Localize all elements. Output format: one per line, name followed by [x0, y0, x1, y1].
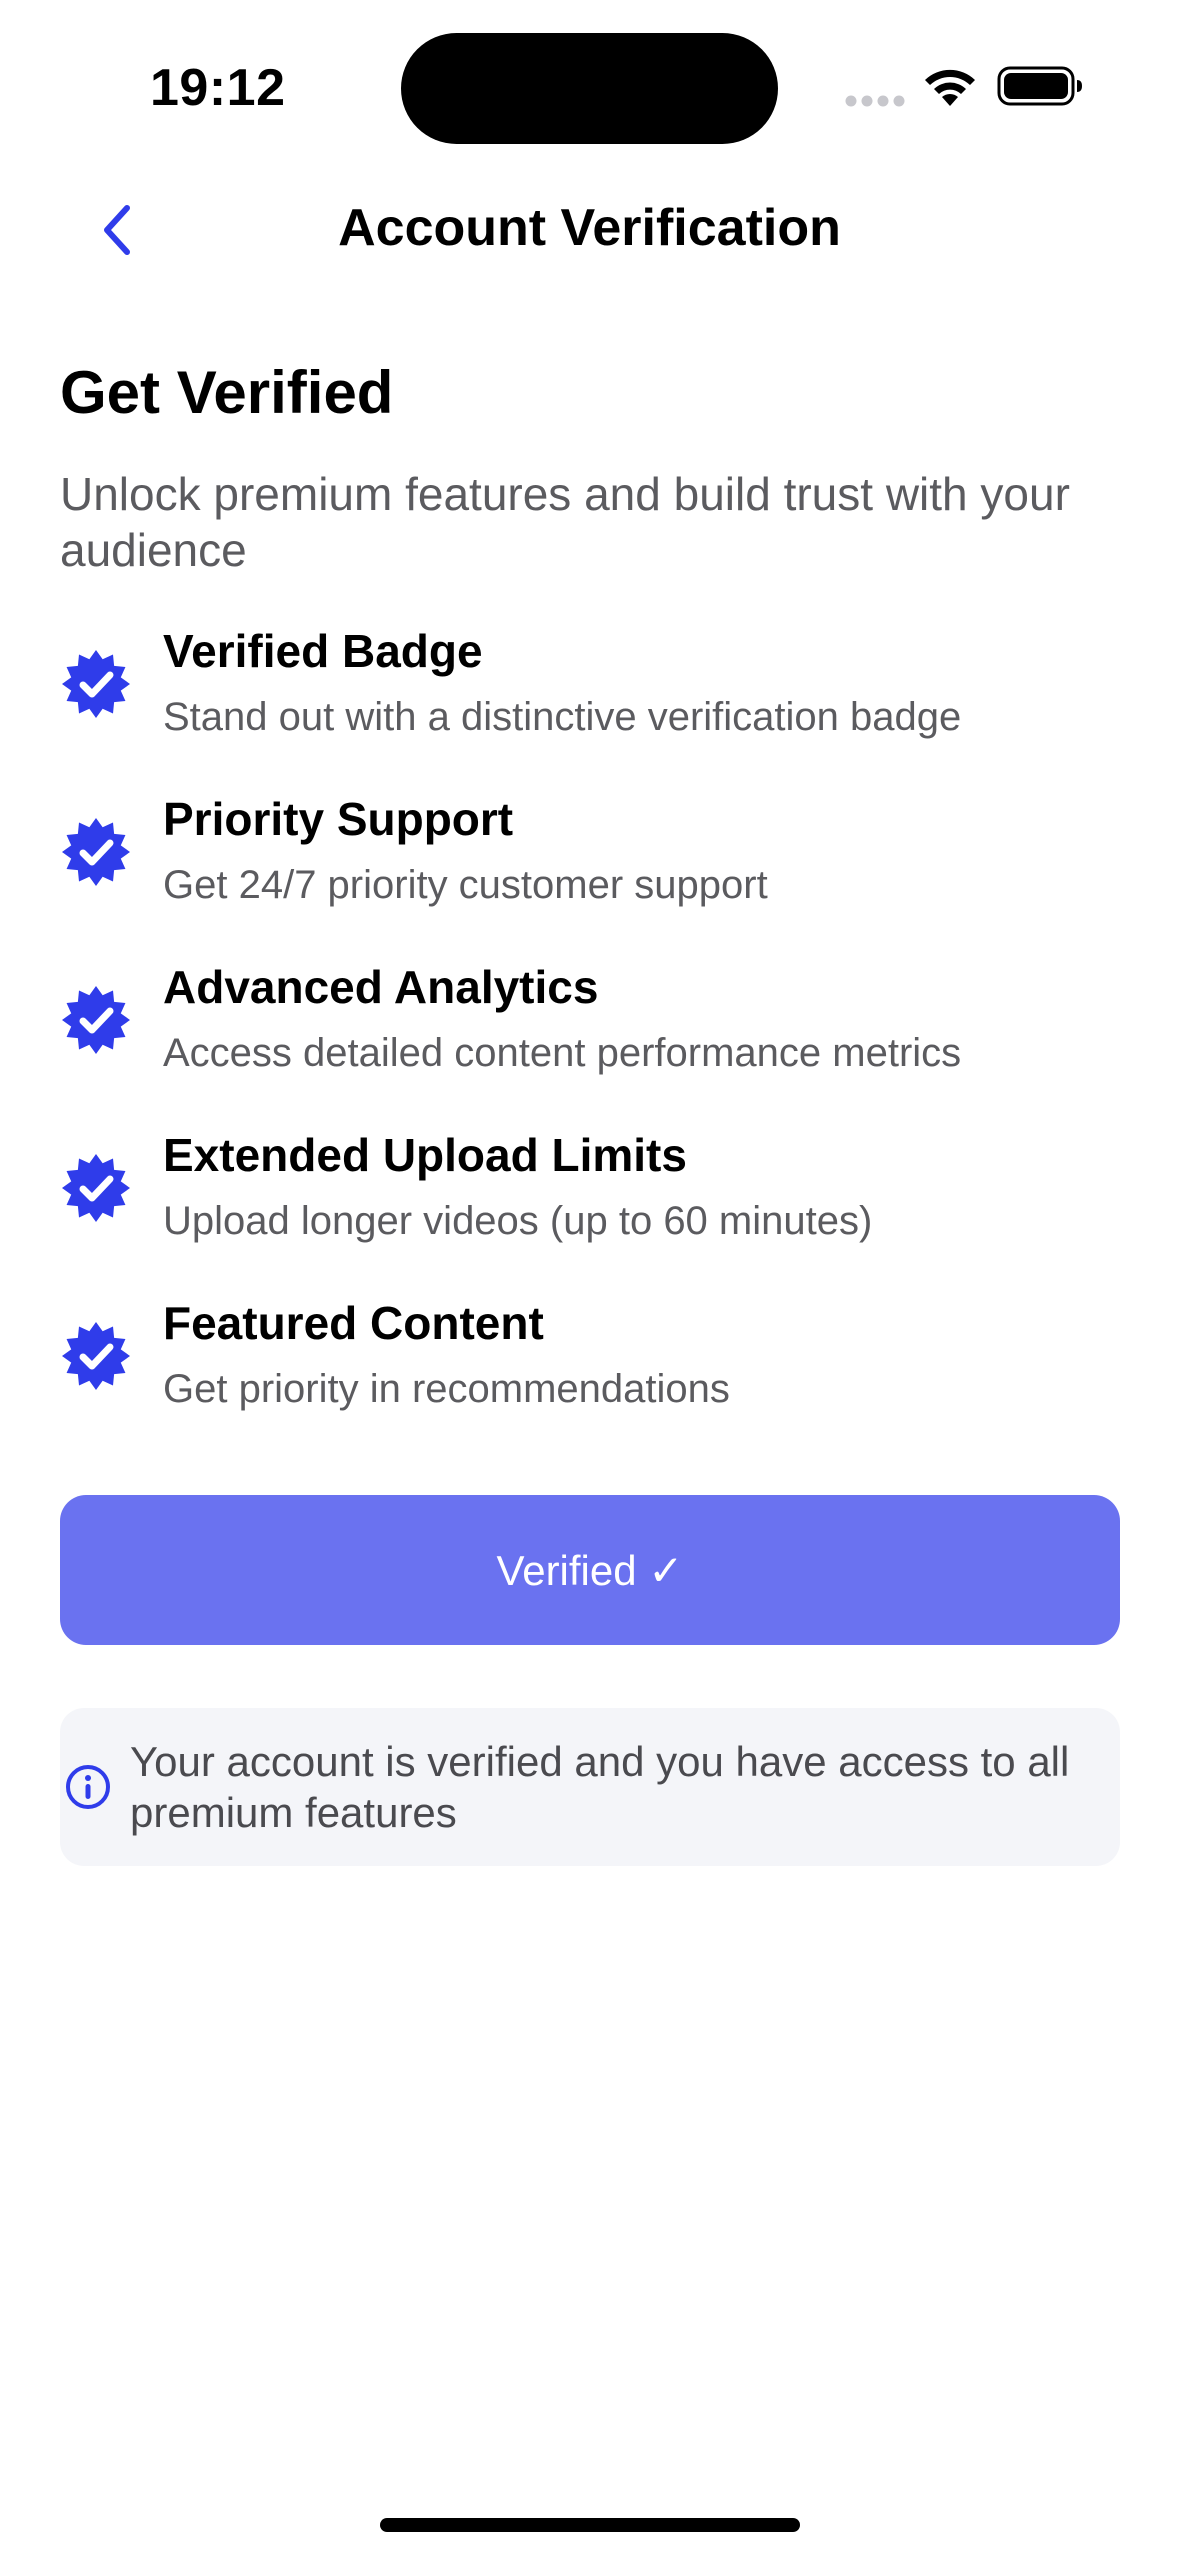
feature-text: Extended Upload Limits Upload longer vid… — [163, 1126, 1123, 1246]
feature-list: Verified Badge Stand out with a distinct… — [60, 622, 1120, 1462]
home-indicator[interactable] — [380, 2518, 800, 2532]
status-time: 19:12 — [150, 59, 286, 117]
info-box: Your account is verified and you have ac… — [60, 1708, 1120, 1866]
feature-title: Featured Content — [163, 1297, 544, 1350]
info-text: Your account is verified and you have ac… — [130, 1738, 1070, 1837]
info-icon — [66, 1765, 110, 1809]
feature-title: Priority Support — [163, 793, 514, 846]
verified-seal-icon — [62, 818, 130, 887]
feature-title: Advanced Analytics — [163, 961, 599, 1014]
navigation-bar: Account Verification — [0, 170, 1179, 290]
feature-description: Access detailed content performance metr… — [163, 1031, 962, 1076]
feature-item-priority-support: Priority Support Get 24/7 priority custo… — [60, 790, 1120, 958]
feature-title: Extended Upload Limits — [163, 1129, 687, 1182]
feature-text: Verified Badge Stand out with a distinct… — [163, 622, 1123, 742]
verified-seal-icon — [62, 986, 130, 1055]
feature-text: Priority Support Get 24/7 priority custo… — [163, 790, 1123, 910]
nav-title: Account Verification — [338, 199, 841, 257]
battery-icon — [997, 66, 1082, 106]
feature-description: Get priority in recommendations — [163, 1367, 730, 1412]
feature-item-verified-badge: Verified Badge Stand out with a distinct… — [60, 622, 1120, 790]
feature-text: Advanced Analytics Access detailed conte… — [163, 958, 1123, 1078]
feature-text: Featured Content Get priority in recomme… — [163, 1294, 1123, 1414]
main-content: Get Verified Unlock premium features and… — [60, 340, 1120, 1462]
verified-seal-icon — [62, 1322, 130, 1391]
feature-item-advanced-analytics: Advanced Analytics Access detailed conte… — [60, 958, 1120, 1126]
feature-item-featured-content: Featured Content Get priority in recomme… — [60, 1294, 1120, 1462]
page-subtitle: Unlock premium features and build trust … — [60, 468, 1070, 577]
feature-description: Upload longer videos (up to 60 minutes) — [163, 1199, 873, 1244]
dynamic-island — [401, 33, 778, 144]
verified-seal-icon — [62, 650, 130, 719]
feature-item-extended-upload-limits: Extended Upload Limits Upload longer vid… — [60, 1126, 1120, 1294]
wifi-icon — [925, 69, 975, 106]
cellular-signal-icon — [845, 95, 905, 107]
feature-description: Stand out with a distinctive verificatio… — [163, 695, 962, 740]
feature-description: Get 24/7 priority customer support — [163, 863, 768, 908]
status-bar: 19:12 — [0, 0, 1179, 170]
screen: 19:12 Account Verification Get Verified … — [0, 0, 1179, 2556]
feature-title: Verified Badge — [163, 625, 483, 678]
verified-button[interactable]: Verified ✓ — [60, 1495, 1120, 1645]
verified-seal-icon — [62, 1154, 130, 1223]
page-title: Get Verified — [60, 359, 394, 426]
